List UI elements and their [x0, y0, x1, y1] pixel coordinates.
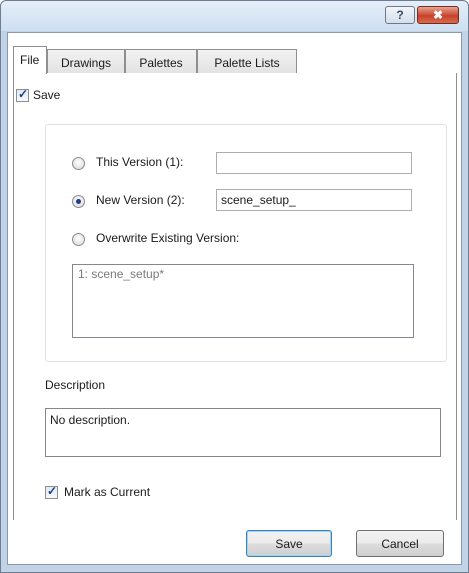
description-label: Description [45, 378, 106, 392]
this-version-field[interactable] [216, 152, 412, 174]
checkmark-icon: ✓ [47, 484, 58, 498]
description-field[interactable]: No description. [45, 408, 441, 457]
tab-palettes-label: Palettes [139, 56, 183, 70]
overwrite-label: Overwrite Existing Version: [96, 231, 240, 245]
new-version-field[interactable]: scene_setup_ [216, 189, 412, 211]
tab-file[interactable]: File [13, 46, 47, 74]
close-button[interactable]: ✖ [417, 6, 459, 24]
overwrite-radio[interactable] [72, 233, 85, 246]
existing-versions-list[interactable]: 1: scene_setup* [72, 264, 414, 338]
list-item[interactable]: 1: scene_setup* [73, 265, 413, 281]
save-button[interactable]: Save [246, 530, 332, 557]
checkmark-icon: ✓ [18, 87, 29, 101]
tab-palettes[interactable]: Palettes [125, 49, 197, 73]
tab-palette-lists-label: Palette Lists [214, 56, 280, 70]
cancel-button[interactable]: Cancel [356, 530, 444, 557]
mark-as-current-label: Mark as Current [64, 485, 151, 499]
help-icon: ? [396, 8, 404, 22]
this-version-radio[interactable] [72, 157, 85, 170]
new-version-label: New Version (2): [96, 193, 185, 207]
dialog-body: Drawings Palettes Palette Lists File ✓ S… [7, 32, 462, 565]
dialog-window: ? ✖ Drawings Palettes Palette Lists File… [0, 0, 469, 573]
new-version-radio[interactable] [72, 195, 85, 208]
mark-as-current-checkbox[interactable]: ✓ [45, 484, 58, 499]
tab-file-label: File [20, 53, 40, 67]
tab-drawings[interactable]: Drawings [47, 49, 125, 73]
this-version-label: This Version (1): [96, 155, 184, 169]
save-checkbox[interactable]: ✓ [16, 87, 29, 102]
tab-drawings-label: Drawings [60, 56, 111, 70]
tab-palette-lists[interactable]: Palette Lists [197, 49, 297, 73]
save-checkbox-label: Save [33, 88, 61, 102]
help-button[interactable]: ? [385, 6, 415, 24]
close-icon: ✖ [432, 8, 444, 22]
title-bar[interactable]: ? ✖ [1, 1, 468, 31]
